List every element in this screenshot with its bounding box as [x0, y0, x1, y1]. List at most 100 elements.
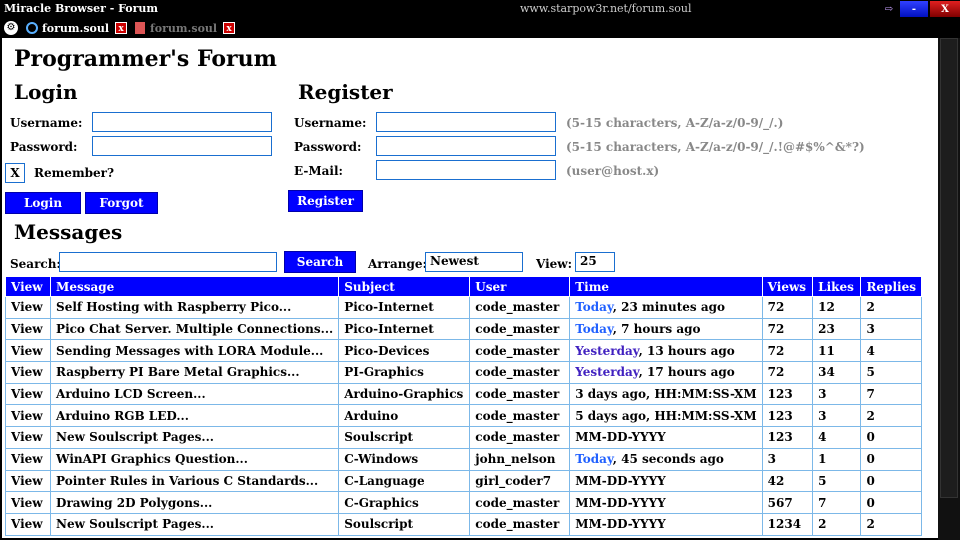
tab-close-icon[interactable]: x: [223, 22, 236, 34]
time-rest: 5 days ago, HH:MM:SS-XM: [575, 408, 757, 423]
message-replies: 5: [860, 361, 922, 384]
view-link[interactable]: View: [4, 447, 52, 471]
tab-close-icon[interactable]: x: [115, 22, 128, 34]
message-likes: 5: [812, 469, 862, 493]
message-title[interactable]: Drawing 2D Polygons...: [50, 491, 340, 514]
table-header-row: View Message Subject User Time Views Lik…: [4, 276, 922, 297]
scrollbar-thumb[interactable]: [940, 38, 958, 498]
message-time: Today, 7 hours ago: [569, 317, 763, 341]
view-link[interactable]: View: [4, 491, 52, 514]
table-row[interactable]: View Drawing 2D Polygons... C-Graphics code…: [4, 491, 922, 514]
col-header-replies[interactable]: Replies: [860, 276, 922, 297]
view-count-label: View:: [536, 257, 573, 271]
view-link[interactable]: View: [4, 426, 52, 449]
browser-logo-icon[interactable]: ⚙: [4, 21, 18, 35]
view-link[interactable]: View: [4, 296, 52, 319]
forward-arrow-icon[interactable]: ⇨: [878, 1, 900, 17]
message-likes: 34: [812, 361, 862, 384]
table-row[interactable]: View Pico Chat Server. Multiple Connectio…: [4, 317, 922, 341]
message-title[interactable]: New Soulscript Pages...: [50, 426, 340, 449]
table-row[interactable]: View Pointer Rules in Various C Standards…: [4, 469, 922, 493]
time-rest: MM-DD-YYYY: [575, 430, 666, 445]
table-row[interactable]: View New Soulscript Pages... Soulscript cod…: [4, 426, 922, 449]
register-username-input[interactable]: [376, 112, 556, 132]
message-views: 3: [761, 447, 814, 471]
messages-table-body: View Self Hosting with Raspberry Pico... P…: [4, 296, 922, 536]
close-window-button[interactable]: X: [930, 1, 960, 17]
table-row[interactable]: View WinAPI Graphics Question... C-Windows…: [4, 447, 922, 471]
col-header-message[interactable]: Message: [50, 276, 340, 297]
time-rest: , 17 hours ago: [638, 365, 735, 380]
col-header-views[interactable]: Views: [761, 276, 814, 297]
arrange-select[interactable]: Newest: [425, 252, 523, 272]
table-row[interactable]: View Self Hosting with Raspberry Pico... P…: [4, 296, 922, 319]
message-title[interactable]: Arduino LCD Screen...: [50, 382, 340, 406]
view-link[interactable]: View: [4, 361, 52, 384]
message-likes: 4: [812, 426, 862, 449]
message-title[interactable]: Raspberry PI Bare Metal Graphics...: [50, 361, 340, 384]
vertical-scrollbar[interactable]: [938, 38, 960, 540]
message-user: code_master: [469, 382, 571, 406]
register-button[interactable]: Register: [288, 190, 363, 212]
login-button[interactable]: Login: [5, 192, 81, 214]
remember-label: Remember?: [34, 166, 115, 180]
login-password-input[interactable]: [92, 136, 272, 156]
message-title[interactable]: Pointer Rules in Various C Standards...: [50, 469, 340, 493]
messages-table: View Message Subject User Time Views Lik…: [4, 276, 922, 536]
message-views: 123: [761, 426, 814, 449]
message-title[interactable]: Self Hosting with Raspberry Pico...: [50, 296, 340, 319]
message-subject: C-Windows: [338, 447, 471, 471]
tab-forum-active[interactable]: forum.soul x: [26, 21, 128, 35]
message-likes: 11: [812, 339, 862, 363]
table-row[interactable]: View Arduino LCD Screen... Arduino-Graphic…: [4, 382, 922, 406]
col-header-likes[interactable]: Likes: [812, 276, 862, 297]
col-header-view[interactable]: View: [4, 276, 52, 297]
time-rest: 3 days ago, HH:MM:SS-XM: [575, 387, 757, 402]
view-link[interactable]: View: [4, 339, 52, 363]
view-link[interactable]: View: [4, 404, 52, 428]
time-rest: MM-DD-YYYY: [575, 473, 666, 488]
search-button[interactable]: Search: [284, 251, 356, 273]
view-link[interactable]: View: [4, 317, 52, 341]
table-row[interactable]: View Arduino RGB LED... Arduino code_master…: [4, 404, 922, 428]
message-title[interactable]: New Soulscript Pages...: [50, 512, 340, 536]
message-title[interactable]: Arduino RGB LED...: [50, 404, 340, 428]
tab-label: forum.soul: [42, 21, 110, 35]
login-username-input[interactable]: [92, 112, 272, 132]
minimize-button[interactable]: -: [900, 1, 928, 17]
forgot-button[interactable]: Forgot: [85, 192, 158, 214]
remember-checkbox[interactable]: X: [5, 163, 25, 183]
message-likes: 12: [812, 296, 862, 319]
col-header-user[interactable]: User: [469, 276, 571, 297]
window-titlebar: Miracle Browser - Forum www.starpow3r.ne…: [0, 0, 960, 18]
table-row[interactable]: View New Soulscript Pages... Soulscript cod…: [4, 512, 922, 536]
message-title[interactable]: Pico Chat Server. Multiple Connections..…: [50, 317, 340, 341]
message-time: Yesterday, 13 hours ago: [569, 339, 763, 363]
register-email-input[interactable]: [376, 160, 556, 180]
view-link[interactable]: View: [4, 382, 52, 406]
message-subject: Arduino: [338, 404, 471, 428]
view-count-input[interactable]: 25: [575, 252, 615, 272]
message-time: Today, 23 minutes ago: [569, 296, 763, 319]
message-replies: 0: [860, 426, 922, 449]
search-input[interactable]: [59, 252, 277, 272]
message-likes: 7: [812, 491, 862, 514]
message-replies: 0: [860, 447, 922, 471]
table-row[interactable]: View Raspberry PI Bare Metal Graphics... P…: [4, 361, 922, 384]
view-link[interactable]: View: [4, 469, 52, 493]
address-bar-url[interactable]: www.starpow3r.net/forum.soul: [520, 2, 692, 15]
view-link[interactable]: View: [4, 512, 52, 536]
col-header-time[interactable]: Time: [569, 276, 763, 297]
message-replies: 3: [860, 317, 922, 341]
message-user: code_master: [469, 296, 571, 319]
register-password-input[interactable]: [376, 136, 556, 156]
tab-forum-inactive[interactable]: forum.soul x: [135, 22, 236, 35]
message-replies: 2: [860, 404, 922, 428]
message-title[interactable]: Sending Messages with LORA Module...: [50, 339, 340, 363]
message-replies: 7: [860, 382, 922, 406]
message-title[interactable]: WinAPI Graphics Question...: [50, 447, 340, 471]
table-row[interactable]: View Sending Messages with LORA Module...…: [4, 339, 922, 363]
message-views: 123: [761, 382, 814, 406]
register-email-hint: (user@host.x): [566, 164, 660, 178]
col-header-subject[interactable]: Subject: [338, 276, 471, 297]
